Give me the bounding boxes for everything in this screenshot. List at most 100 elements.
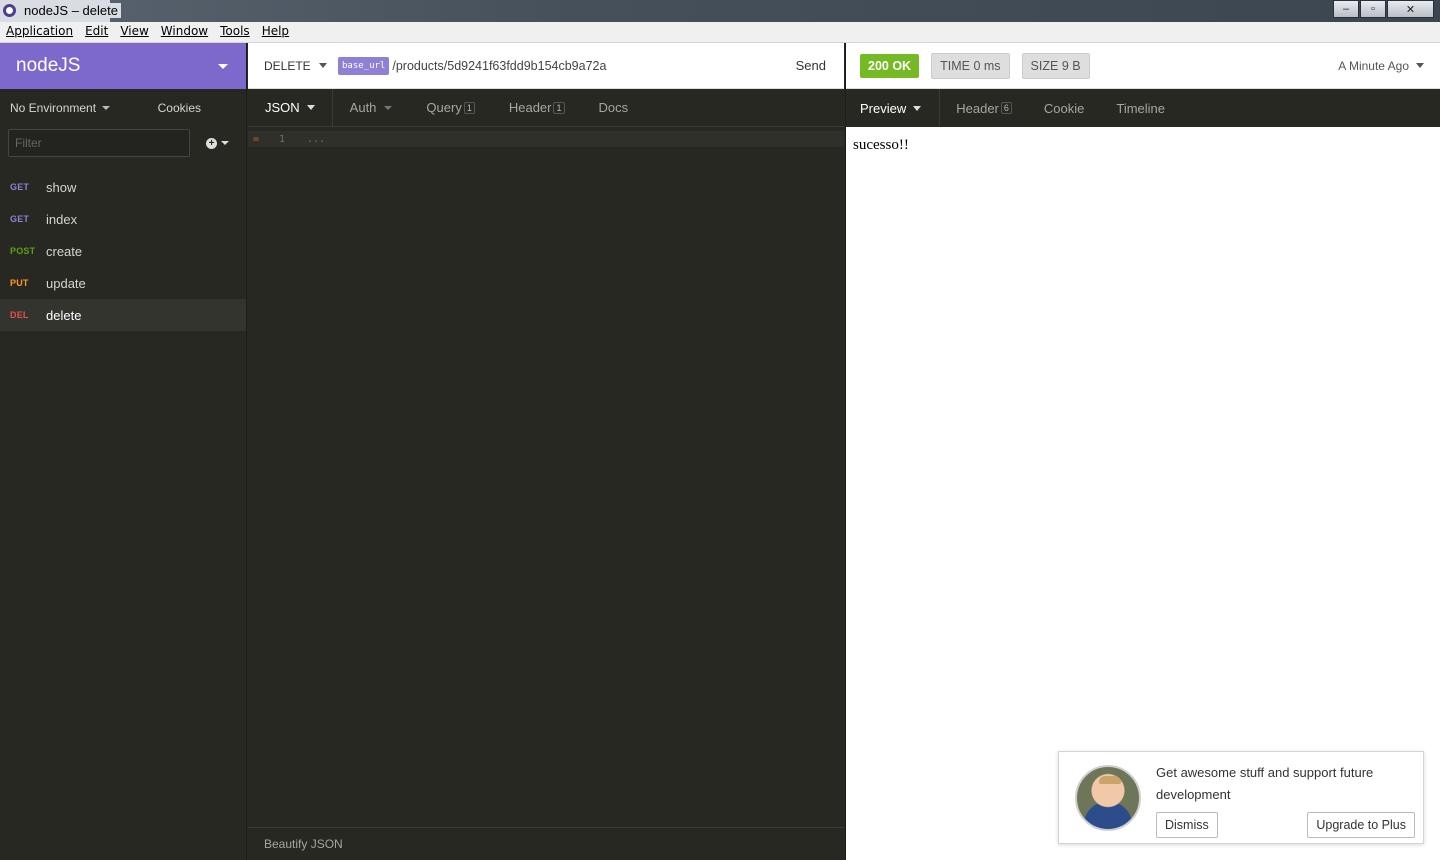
environment-label: No Environment: [10, 101, 97, 115]
url-bar: DELETE base_url /products/5d9241f63fdd9b…: [248, 43, 844, 89]
request-name: index: [46, 211, 78, 227]
response-time-label: A Minute Ago: [1338, 58, 1409, 73]
menu-window[interactable]: Window: [155, 22, 214, 42]
upgrade-toast: Get awesome stuff and support future dev…: [1058, 751, 1424, 844]
header-count-badge: 1: [553, 101, 565, 114]
maximize-button[interactable]: ▫: [1360, 0, 1386, 18]
size-value: 9 B: [1061, 58, 1081, 73]
menu-help[interactable]: Help: [256, 22, 295, 42]
chevron-down-icon: [913, 105, 922, 111]
tab-auth[interactable]: Auth: [333, 89, 410, 126]
toast-message: Get awesome stuff and support future dev…: [1156, 765, 1374, 802]
method-badge: PUT: [10, 278, 29, 288]
tab-label: Docs: [598, 100, 629, 115]
cookies-button[interactable]: Cookies: [158, 101, 201, 115]
window-controls: – ▫ ✕: [1332, 0, 1434, 18]
request-item-index[interactable]: GET index: [0, 203, 246, 235]
tab-label: Query: [426, 100, 462, 115]
upgrade-button[interactable]: Upgrade to Plus: [1307, 812, 1415, 838]
minimize-button[interactable]: –: [1333, 0, 1359, 18]
time-badge: TIME 0 ms: [931, 52, 1010, 79]
line-number: 1: [279, 133, 286, 145]
workspace-name: nodeJS: [16, 55, 81, 76]
tab-label: Header: [956, 100, 999, 116]
editor-placeholder: ...: [307, 133, 326, 145]
filter-row: +: [0, 127, 246, 159]
menu-application[interactable]: Application: [0, 22, 79, 42]
tab-query[interactable]: Query 1: [409, 89, 491, 126]
tab-cookie[interactable]: Cookie: [1028, 89, 1100, 127]
chevron-down-icon: [102, 106, 111, 110]
plus-circle-icon: +: [206, 137, 217, 149]
avatar: [1075, 765, 1141, 831]
request-name: show: [46, 179, 77, 195]
body-editor[interactable]: = 1 ...: [248, 127, 844, 827]
tab-label: JSON: [265, 100, 300, 115]
method-label: DELETE: [264, 58, 311, 73]
tab-label: Auth: [349, 100, 377, 115]
tab-docs[interactable]: Docs: [582, 89, 646, 126]
request-item-delete[interactable]: DEL delete: [0, 299, 246, 331]
request-item-create[interactable]: POST create: [0, 235, 246, 267]
method-badge: GET: [10, 182, 30, 192]
request-item-update[interactable]: PUT update: [0, 267, 246, 299]
query-count-badge: 1: [463, 101, 475, 114]
menu-tools[interactable]: Tools: [214, 22, 256, 42]
window-title: nodeJS – delete: [21, 3, 121, 18]
request-pane: DELETE base_url /products/5d9241f63fdd9b…: [248, 43, 844, 860]
sidebar: nodeJS No Environment Cookies + GET show…: [0, 43, 247, 860]
response-header-bar: 200 OK TIME 0 ms SIZE 9 B A Minute Ago: [846, 43, 1440, 89]
request-name: update: [46, 275, 86, 291]
menu-edit[interactable]: Edit: [79, 22, 114, 42]
tab-timeline[interactable]: Timeline: [1100, 89, 1181, 127]
tab-body-json[interactable]: JSON: [248, 89, 333, 126]
request-tabs: JSON Auth Query 1 Header 1 Docs: [248, 89, 844, 127]
filter-input[interactable]: [8, 129, 190, 157]
chevron-down-icon: [1416, 63, 1424, 68]
workspace-selector[interactable]: nodeJS: [0, 43, 246, 89]
close-button[interactable]: ✕: [1387, 0, 1434, 18]
size-badge: SIZE 9 B: [1021, 52, 1090, 79]
response-tabs: Preview Header 6 Cookie Timeline: [846, 89, 1440, 127]
add-request-button[interactable]: +: [206, 137, 229, 149]
environment-dropdown[interactable]: No Environment: [10, 101, 111, 115]
response-body: sucesso!!: [853, 137, 909, 153]
request-name: delete: [46, 307, 82, 323]
tab-label: Header: [508, 100, 552, 115]
time-value: 0 ms: [973, 58, 1001, 73]
dismiss-button[interactable]: Dismiss: [1156, 812, 1218, 838]
time-label: TIME: [940, 58, 970, 73]
method-badge: DEL: [10, 310, 29, 320]
chevron-down-icon: [221, 141, 229, 145]
send-button[interactable]: Send: [796, 58, 826, 73]
window-titlebar: nodeJS – delete – ▫ ✕: [0, 0, 1440, 22]
method-dropdown[interactable]: DELETE: [248, 59, 338, 73]
fold-marker-icon[interactable]: =: [253, 134, 279, 145]
menu-view[interactable]: View: [114, 22, 154, 42]
url-input[interactable]: /products/5d9241f63fdd9b154cb9a72a: [392, 59, 606, 73]
base-url-variable-tag[interactable]: base_url: [338, 56, 390, 75]
editor-footer: Beautify JSON: [248, 827, 844, 860]
response-header-count-badge: 6: [1000, 102, 1012, 114]
chevron-down-icon: [318, 63, 327, 68]
response-history-dropdown[interactable]: A Minute Ago: [1338, 59, 1424, 73]
tab-label: Timeline: [1116, 100, 1166, 116]
beautify-json-button[interactable]: Beautify JSON: [264, 837, 343, 851]
menu-bar: Application Edit View Window Tools Help: [0, 22, 1440, 43]
size-label: SIZE: [1030, 58, 1059, 73]
avatar-hair: [1099, 776, 1121, 784]
method-badge: POST: [10, 246, 36, 256]
tab-label: Preview: [860, 100, 907, 116]
tab-preview[interactable]: Preview: [846, 89, 941, 127]
chevron-down-icon: [384, 105, 393, 110]
request-item-show[interactable]: GET show: [0, 171, 246, 203]
status-badge: 200 OK: [860, 53, 920, 78]
tab-response-header[interactable]: Header 6: [940, 89, 1028, 127]
app-logo-icon: [3, 4, 16, 17]
tab-header[interactable]: Header 1: [492, 89, 582, 126]
editor-line: = 1 ...: [248, 131, 844, 147]
tab-label: Cookie: [1043, 100, 1085, 116]
response-pane: 200 OK TIME 0 ms SIZE 9 B A Minute Ago P…: [845, 43, 1440, 860]
request-name: create: [46, 243, 83, 259]
method-badge: GET: [10, 214, 30, 224]
